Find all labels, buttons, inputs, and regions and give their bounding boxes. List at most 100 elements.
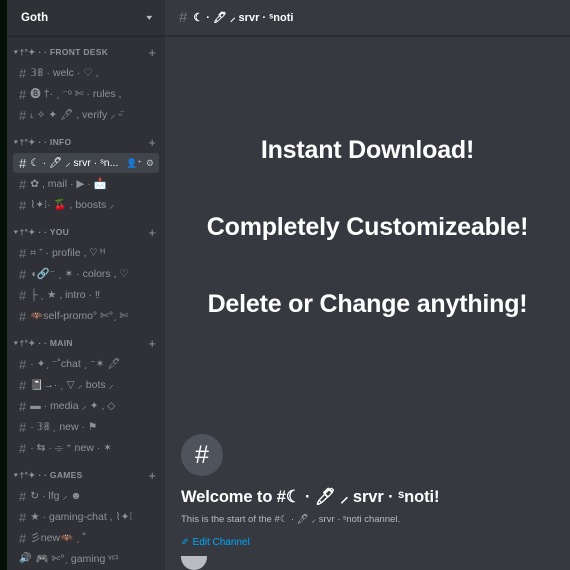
channel-item[interactable]: # 📓→· ˎ ▽ ⸝ bots ⸝: [13, 375, 159, 395]
channel-item[interactable]: # ✿ , mail · ▶ · 📩: [13, 174, 159, 194]
channel-name: 📓→· ˎ ▽ ⸝ bots ⸝: [30, 379, 114, 391]
promo-line-2: Completely Customizeable!: [206, 213, 529, 241]
hash-icon: #: [19, 509, 27, 525]
channel-item[interactable]: #𝟛𝟠 · welc · ♡ ,: [13, 63, 159, 83]
add-channel-button[interactable]: +: [148, 469, 156, 482]
channel-item[interactable]: # · 𝟛𝟠 ˎ new · ⚑: [13, 417, 159, 437]
channel-topbar: # ☾ · 🖊 ⸝ srvr · ˢnoti: [165, 0, 570, 36]
hash-icon-large: #: [181, 434, 223, 476]
channel-name: ↻ · lfg ⸝ ☻: [30, 490, 82, 502]
add-channel-button[interactable]: +: [148, 337, 156, 350]
hash-icon: #: [19, 308, 27, 324]
channel-item[interactable]: # ★ · gaming-chat , ⌇✦⁞: [13, 507, 159, 527]
server-rail: [0, 0, 7, 570]
channel-name: 𝟛𝟠 · welc · ♡ ,: [30, 67, 99, 79]
channel-list[interactable]: ▾†°✦ · · FRONT DESK+#𝟛𝟠 · welc · ♡ ,#🅑 †…: [7, 36, 165, 570]
channel-name: ☾ · 🖊 ⸝ srvr · ˢn...: [30, 157, 119, 169]
hash-icon: #: [19, 107, 27, 123]
channel-item[interactable]: # 🦇self-promo° ✄°ˏ ✄: [13, 306, 159, 326]
hash-icon: #: [19, 197, 27, 213]
chevron-down-icon: ▾: [14, 49, 18, 56]
channel-name: ˪ ✧ ✦ 🖊 , verify ⸝ ᵕ̈: [30, 109, 123, 121]
chevron-down-icon[interactable]: ▾: [147, 13, 153, 21]
channel-item[interactable]: 🔊 🎮 ✄°ˏ gaming ᵛᶜ¹: [13, 549, 159, 569]
server-header-button[interactable]: Goth ▾: [7, 0, 165, 36]
channel-name: ◖🔗⁻ ˏ ✶ · colors , ♡: [30, 268, 129, 280]
category-name: †°✦ · · GAMES: [19, 469, 83, 480]
hash-icon: #: [19, 65, 27, 81]
chevron-down-icon: ▾: [14, 139, 18, 146]
channel-name: 🦇self-promo° ✄°ˏ ✄: [30, 310, 129, 322]
category-header[interactable]: ▾†°✦ · · INFO +: [7, 132, 165, 152]
channel-name: · ✦ˏ ⁻˚chat ˏ ⁻✶ 🖊: [30, 358, 121, 370]
category-name: †°✦ · · YOU: [19, 226, 70, 237]
hash-icon: #: [19, 530, 27, 546]
category-name: †°✦ · · MAIN: [19, 337, 73, 348]
hash-icon: #: [19, 245, 27, 261]
chevron-down-icon: ▾: [14, 472, 18, 479]
welcome-title: Welcome to #☾ · 🖊 ⸝ srvr · ˢnoti!: [181, 488, 440, 506]
channel-item[interactable]: # ◖🔗⁻ ˏ ✶ · colors , ♡: [13, 264, 159, 284]
channel-item[interactable]: # ├ ˎ ★ , intro · ‼: [13, 285, 159, 305]
channel-item[interactable]: # ▬ · media ⸝ ✦ , ◇: [13, 396, 159, 416]
category-header[interactable]: ▾†°✦ · · FRONT DESK +: [7, 42, 165, 62]
channel-item[interactable]: # ˪ ✧ ✦ 🖊 , verify ⸝ ᵕ̈: [13, 105, 159, 125]
category-header[interactable]: ▾†°✦ · · MAIN +: [7, 333, 165, 353]
channel-actions: 👤⁺ ⚙: [126, 158, 154, 168]
message-row-peek: [165, 556, 570, 570]
channel-name: ⌗ ⁺ · profile , ♡ ᴴ: [30, 247, 105, 259]
channel-item[interactable]: # 彡new🦇 ˏ ˚: [13, 528, 159, 548]
hash-icon: #: [19, 440, 27, 456]
channel-name: ✿ , mail · ▶ · 📩: [30, 178, 107, 190]
settings-icon[interactable]: ⚙: [146, 158, 154, 168]
edit-channel-label: Edit Channel: [192, 537, 250, 548]
channel-name: · 𝟛𝟠 ˎ new · ⚑: [30, 421, 98, 433]
channel-item[interactable]: # 🅑 †· ˏ ⁻ᵒ ✄ · rules ,: [13, 84, 159, 104]
hash-icon: #: [19, 86, 27, 102]
channel-item[interactable]: # · ⇆ · ⌯ ⁺ new · ✶: [13, 438, 159, 458]
message-area: Instant Download! Completely Customizeab…: [165, 36, 570, 570]
promo-line-3: Delete or Change anything!: [207, 290, 528, 318]
category-name: †°✦ · · INFO: [19, 136, 72, 147]
channel-title: ☾ · 🖊 ⸝ srvr · ˢnoti: [193, 12, 294, 24]
avatar[interactable]: [181, 556, 207, 570]
hash-icon: #: [19, 155, 27, 171]
category-header[interactable]: ▾†°✦ · · GAMES +: [7, 465, 165, 485]
promo-overlay: Instant Download! Completely Customizeab…: [165, 136, 570, 319]
promo-line-1: Instant Download!: [260, 136, 475, 164]
hash-icon: #: [19, 356, 27, 372]
add-channel-button[interactable]: +: [148, 46, 156, 59]
edit-channel-link[interactable]: ✎ Edit Channel: [181, 537, 250, 548]
hash-icon: #: [179, 9, 188, 26]
channel-item[interactable]: # · ✦ˏ ⁻˚chat ˏ ⁻✶ 🖊: [13, 354, 159, 374]
pencil-icon: ✎: [181, 537, 189, 547]
add-channel-button[interactable]: +: [148, 136, 156, 149]
channel-item-active[interactable]: # ☾ · 🖊 ⸝ srvr · ˢn... 👤⁺ ⚙: [13, 153, 159, 173]
category-header[interactable]: ▾†°✦ · · YOU +: [7, 222, 165, 242]
main-panel: # ☾ · 🖊 ⸝ srvr · ˢnoti Instant Download!…: [165, 0, 570, 570]
welcome-subtitle: This is the start of the #☾ · 🖊 ⸝ srvr ·…: [181, 514, 401, 525]
channel-item[interactable]: # ↻ · lfg ⸝ ☻: [13, 486, 159, 506]
add-member-icon[interactable]: 👤⁺: [126, 158, 142, 168]
hash-icon: #: [19, 287, 27, 303]
add-channel-button[interactable]: +: [148, 226, 156, 239]
channel-name: ▬ · media ⸝ ✦ , ◇: [30, 400, 116, 412]
hash-icon: #: [19, 398, 27, 414]
hash-icon: #: [19, 419, 27, 435]
hash-icon: #: [19, 488, 27, 504]
channel-name: · ⇆ · ⌯ ⁺ new · ✶: [30, 442, 112, 454]
channel-welcome-block: # Welcome to #☾ · 🖊 ⸝ srvr · ˢnoti! This…: [165, 434, 570, 550]
hash-icon: #: [19, 176, 27, 192]
channel-name: ⌇✦⁞· 🍒 , boosts ⸝: [30, 199, 115, 211]
channel-name: ├ ˎ ★ , intro · ‼: [30, 289, 101, 301]
channel-item[interactable]: # ⌗ ⁺ · profile , ♡ ᴴ: [13, 243, 159, 263]
hash-icon: #: [19, 266, 27, 282]
channel-name: 🎮 ✄°ˏ gaming ᵛᶜ¹: [35, 553, 119, 565]
server-name: Goth: [21, 11, 49, 24]
channel-name: 彡new🦇 ˏ ˚: [30, 532, 86, 544]
channel-item[interactable]: # ⌇✦⁞· 🍒 , boosts ⸝: [13, 195, 159, 215]
chevron-down-icon: ▾: [14, 229, 18, 236]
discord-app-window: Goth ▾ ▾†°✦ · · FRONT DESK+#𝟛𝟠 · welc · …: [0, 0, 570, 570]
channel-name: 🅑 †· ˏ ⁻ᵒ ✄ · rules ,: [30, 88, 122, 100]
category-name: †°✦ · · FRONT DESK: [19, 46, 109, 57]
